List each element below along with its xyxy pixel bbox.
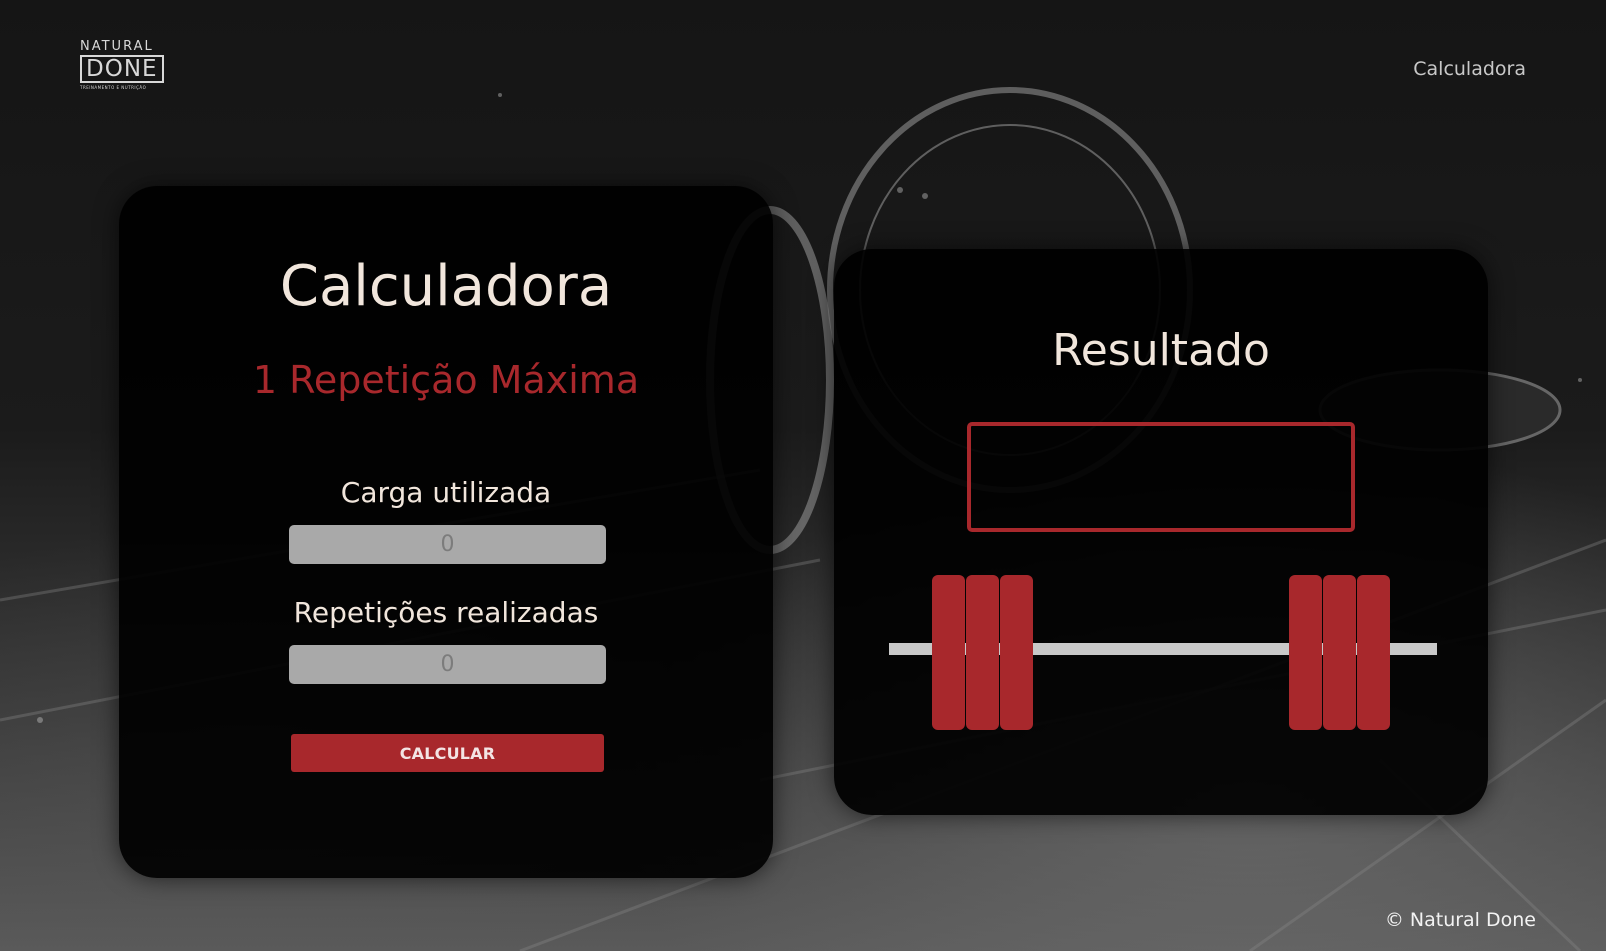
result-output-box — [967, 422, 1355, 532]
barbell-plates-right — [1289, 575, 1390, 730]
result-title: Resultado — [1052, 325, 1270, 376]
logo-line-natural: NATURAL — [80, 39, 154, 54]
calculator-subtitle: 1 Repetição Máxima — [252, 358, 640, 402]
reps-label: Repetições realizadas — [293, 596, 599, 629]
page: NATURAL DONE TREINAMENTO E NUTRIÇÃO Calc… — [0, 0, 1606, 951]
footer-copyright: © Natural Done — [1384, 909, 1536, 931]
barbell-icon — [889, 575, 1437, 730]
logo-tagline: TREINAMENTO E NUTRIÇÃO — [80, 85, 147, 90]
load-input[interactable] — [289, 525, 606, 564]
result-card: Resultado — [834, 249, 1488, 815]
logo-line-done: DONE — [80, 55, 164, 83]
calculator-card: Calculadora 1 Repetição Máxima Carga uti… — [119, 186, 773, 878]
load-label: Carga utilizada — [340, 476, 552, 509]
reps-input[interactable] — [289, 645, 606, 684]
nav-link-calculadora[interactable]: Calculadora — [1413, 58, 1526, 80]
brand-logo[interactable]: NATURAL DONE TREINAMENTO E NUTRIÇÃO — [80, 40, 176, 98]
barbell-plates-left — [932, 575, 1033, 730]
calculator-title: Calculadora — [279, 254, 613, 319]
calculate-button[interactable]: CALCULAR — [291, 734, 604, 772]
